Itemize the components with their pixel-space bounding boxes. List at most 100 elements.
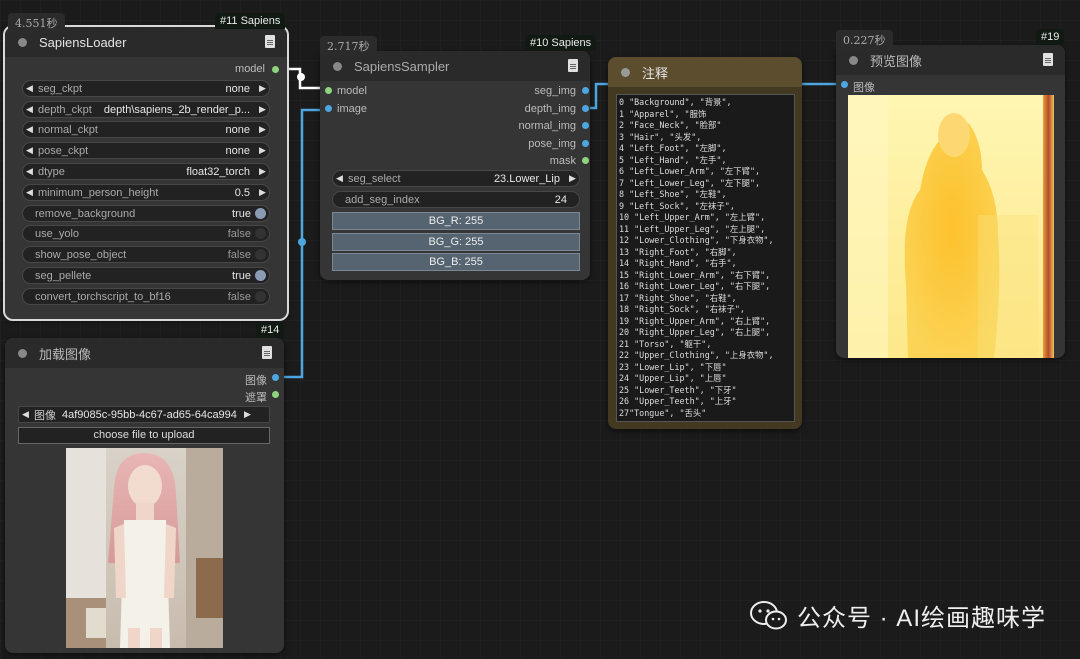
- widget-name: dtype: [38, 165, 65, 178]
- arrow-left-icon[interactable]: ◀: [23, 145, 36, 156]
- arrow-right-icon[interactable]: ▶: [256, 187, 269, 198]
- toggle-knob[interactable]: [255, 249, 266, 260]
- arrow-left-icon[interactable]: ◀: [23, 166, 36, 177]
- toggle-knob[interactable]: [255, 291, 266, 302]
- toggle-name: show_pose_object: [35, 248, 127, 261]
- load-image-node[interactable]: 加载图像 图像 遮罩 ◀ 图像 4af9085c-95bb-4c67-ad65-…: [5, 338, 284, 653]
- arrow-left-icon[interactable]: ◀: [333, 173, 346, 184]
- toggle-convert-torchscript[interactable]: convert_torchscript_to_bf16 false: [22, 288, 270, 305]
- output-mask-slot[interactable]: [272, 391, 279, 398]
- note-node[interactable]: 注释 0 "Background", "背景", 1 "Apparel", "服…: [608, 57, 802, 429]
- doc-icon[interactable]: [568, 59, 578, 72]
- input-image-label: 图像: [853, 82, 875, 94]
- sampler-timer: 2.717秒: [320, 36, 377, 56]
- arrow-left-icon[interactable]: ◀: [23, 83, 36, 94]
- toggle-show-pose-object[interactable]: show_pose_object false: [22, 246, 270, 263]
- input-model-slot[interactable]: [325, 87, 332, 94]
- toggle-knob[interactable]: [255, 228, 266, 239]
- output-seg-img-slot[interactable]: [582, 87, 589, 94]
- widget-seg-ckpt[interactable]: ◀ seg_ckpt none ▶: [22, 80, 270, 97]
- input-image-slot[interactable]: [325, 105, 332, 112]
- widget-dtype[interactable]: ◀ dtype float32_torch ▶: [22, 163, 270, 180]
- widget-value: none: [225, 82, 250, 95]
- widget-value: 0.5: [234, 186, 250, 199]
- widget-name: pose_ckpt: [38, 144, 89, 157]
- arrow-left-icon[interactable]: ◀: [23, 104, 36, 115]
- widget-value: depth\sapiens_2b_render_p...: [103, 103, 250, 116]
- arrow-right-icon[interactable]: ▶: [241, 409, 254, 420]
- node-header[interactable]: 注释: [608, 57, 802, 87]
- doc-icon[interactable]: [262, 346, 272, 359]
- node-header[interactable]: 加载图像: [5, 338, 284, 368]
- node-title: 预览图像: [870, 53, 923, 69]
- input-image-label: image: [337, 103, 367, 115]
- toggle-value: true: [232, 269, 251, 282]
- widget-depth-ckpt[interactable]: ◀ depth_ckpt depth\sapiens_2b_render_p..…: [22, 101, 270, 118]
- sapiens-sampler-node[interactable]: SapiensSampler model image seg_img depth…: [320, 51, 590, 280]
- widget-name: normal_ckpt: [38, 123, 98, 136]
- widget-value: 23.Lower_Lip: [493, 172, 560, 185]
- bg-g-button[interactable]: BG_G: 255: [332, 233, 580, 251]
- output-pose-img-label: pose_img: [528, 138, 576, 150]
- watermark: 公众号 · AI绘画趣味学: [749, 598, 1046, 633]
- toggle-remove-background[interactable]: remove_background true: [22, 205, 270, 222]
- arrow-right-icon[interactable]: ▶: [256, 166, 269, 177]
- widget-name: seg_select: [348, 172, 401, 185]
- widget-add-seg-index[interactable]: add_seg_index 24: [332, 191, 580, 208]
- widget-normal-ckpt[interactable]: ◀ normal_ckpt none ▶: [22, 121, 270, 138]
- toggle-use-yolo[interactable]: use_yolo false: [22, 225, 270, 242]
- arrow-right-icon[interactable]: ▶: [566, 173, 579, 184]
- output-model-slot[interactable]: [272, 66, 279, 73]
- toggle-name: convert_torchscript_to_bf16: [35, 290, 171, 303]
- arrow-right-icon[interactable]: ▶: [256, 145, 269, 156]
- choose-file-button[interactable]: choose file to upload: [18, 427, 270, 444]
- toggle-knob[interactable]: [255, 270, 266, 281]
- output-depth-img-label: depth_img: [524, 103, 576, 115]
- widget-name: minimum_person_height: [38, 186, 159, 199]
- wechat-icon: [749, 600, 787, 629]
- toggle-name: remove_background: [35, 207, 136, 220]
- output-normal-img-label: normal_img: [518, 120, 576, 132]
- arrow-right-icon[interactable]: ▶: [256, 124, 269, 135]
- bg-r-button[interactable]: BG_R: 255: [332, 212, 580, 230]
- output-mask-label: 遮罩: [245, 392, 267, 404]
- input-image-slot[interactable]: [841, 81, 848, 88]
- doc-icon[interactable]: [1043, 53, 1053, 66]
- collapse-dot[interactable]: [849, 55, 858, 65]
- arrow-left-icon[interactable]: ◀: [23, 124, 36, 135]
- output-pose-img-slot[interactable]: [582, 140, 589, 147]
- note-textarea[interactable]: 0 "Background", "背景", 1 "Apparel", "服饰 2…: [616, 94, 795, 422]
- toggle-seg-pellete[interactable]: seg_pellete true: [22, 267, 270, 284]
- wire-model-reroute: [297, 73, 305, 81]
- arrow-left-icon[interactable]: ◀: [23, 187, 36, 198]
- collapse-dot[interactable]: [621, 67, 630, 77]
- bg-b-button[interactable]: BG_B: 255: [332, 253, 580, 271]
- widget-minimum-person-height[interactable]: ◀ minimum_person_height 0.5 ▶: [22, 184, 270, 201]
- output-image-slot[interactable]: [272, 374, 279, 381]
- collapse-dot[interactable]: [333, 61, 342, 71]
- sapiens-loader-node[interactable]: SapiensLoader model ◀ seg_ckpt none ▶ ◀ …: [3, 25, 289, 321]
- collapse-dot[interactable]: [18, 37, 27, 47]
- output-depth-img-slot[interactable]: [582, 105, 589, 112]
- widget-value: 24: [554, 193, 567, 206]
- widget-value: 4af9085c-95bb-4c67-ad65-64ca994...: [62, 408, 237, 421]
- toggle-value: false: [227, 227, 251, 240]
- toggle-knob[interactable]: [255, 208, 266, 219]
- node-title: 注释: [642, 65, 669, 81]
- widget-image-select[interactable]: ◀ 图像 4af9085c-95bb-4c67-ad65-64ca994... …: [18, 406, 270, 423]
- widget-name: depth_ckpt: [38, 103, 92, 116]
- output-mask-slot[interactable]: [582, 157, 589, 164]
- uploaded-photo-thumbnail: [66, 448, 223, 648]
- widget-seg-select[interactable]: ◀ seg_select 23.Lower_Lip ▶: [332, 170, 580, 187]
- arrow-right-icon[interactable]: ▶: [256, 83, 269, 94]
- collapse-dot[interactable]: [18, 348, 27, 358]
- widget-value: none: [225, 144, 250, 157]
- doc-icon[interactable]: [265, 35, 275, 48]
- preview-image-node[interactable]: 预览图像 图像: [836, 45, 1065, 358]
- widget-pose-ckpt[interactable]: ◀ pose_ckpt none ▶: [22, 142, 270, 159]
- arrow-right-icon[interactable]: ▶: [256, 104, 269, 115]
- toggle-value: false: [227, 290, 251, 303]
- output-normal-img-slot[interactable]: [582, 122, 589, 129]
- arrow-left-icon[interactable]: ◀: [19, 409, 32, 420]
- loader-badge: #11 Sapiens: [215, 13, 286, 29]
